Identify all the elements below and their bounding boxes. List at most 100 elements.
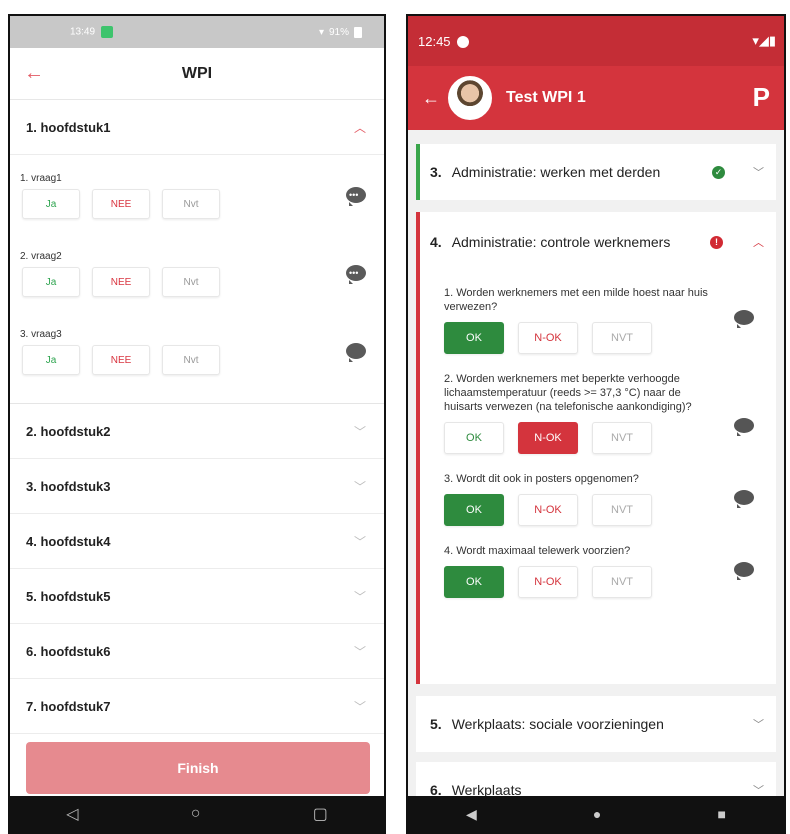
comment-icon[interactable] bbox=[734, 418, 754, 436]
chapter-row-3[interactable]: 3. hoofdstuk3 ﹀ bbox=[10, 459, 384, 514]
app-bar: ← WPI bbox=[10, 48, 384, 100]
chevron-down-icon: ﹀ bbox=[753, 167, 764, 179]
chevron-down-icon: ﹀ bbox=[353, 534, 366, 549]
chapter-label: 7. hoofdstuk7 bbox=[26, 698, 111, 714]
section-label: Werkplaats: sociale voorzieningen bbox=[451, 716, 664, 732]
chapter-label: 2. hoofdstuk2 bbox=[26, 423, 111, 439]
chevron-down-icon: ﹀ bbox=[353, 479, 366, 494]
nok-button[interactable]: N-OK bbox=[518, 566, 578, 598]
question-row-1: 1. vraag1 Ja NEE Nvt bbox=[10, 165, 384, 243]
comment-icon[interactable] bbox=[346, 187, 366, 206]
nav-recent-icon[interactable]: ■ bbox=[717, 806, 725, 822]
question-row-2: 2. Worden werknemers met beperkte verhoo… bbox=[416, 372, 776, 454]
nok-button[interactable]: N-OK bbox=[518, 322, 578, 354]
nee-button[interactable]: NEE bbox=[92, 345, 150, 375]
ok-button[interactable]: OK bbox=[444, 494, 504, 526]
chapter-row-1[interactable]: 1. hoofdstuk1 ︿ bbox=[10, 100, 384, 155]
question-label: 3. Wordt dit ook in posters opgenomen? bbox=[444, 473, 639, 485]
nav-back-icon[interactable]: ◀ bbox=[466, 806, 477, 823]
comment-icon[interactable] bbox=[346, 343, 366, 362]
ok-button[interactable]: OK bbox=[444, 566, 504, 598]
android-nav-bar: ◁ ○ ▢ bbox=[10, 796, 384, 832]
chevron-up-icon: ︿ bbox=[353, 120, 366, 135]
nvt-button[interactable]: NVT bbox=[592, 322, 652, 354]
comment-icon[interactable] bbox=[734, 310, 754, 328]
chapter-label: 1. hoofdstuk1 bbox=[26, 119, 111, 135]
back-arrow-icon[interactable]: ← bbox=[24, 62, 44, 85]
chapter-label: 3. hoofdstuk3 bbox=[26, 478, 111, 494]
right-phone-screen: 12:45 ▾◢▮ ← Test WPI 1 P 3. Administrati… bbox=[406, 14, 786, 834]
question-row-2: 2. vraag2 Ja NEE Nvt bbox=[10, 243, 384, 321]
battery-icon bbox=[354, 26, 362, 38]
check-circle-icon: ✓ bbox=[712, 165, 725, 179]
section-card-4: 4. Administratie: controle werknemers ! … bbox=[416, 212, 776, 684]
chevron-down-icon: ﹀ bbox=[353, 699, 366, 714]
section-label: Administratie: controle werknemers bbox=[451, 234, 671, 250]
page-title: WPI bbox=[181, 64, 213, 82]
question-row-3: 3. Wordt dit ook in posters opgenomen? O… bbox=[416, 472, 776, 526]
app-notification-icon bbox=[456, 36, 469, 49]
section-header[interactable]: 3. Administratie: werken met derden ✓ ﹀ bbox=[416, 144, 776, 200]
back-arrow-icon[interactable]: ← bbox=[422, 88, 448, 109]
question-row-3: 3. vraag3 Ja NEE Nvt bbox=[10, 321, 384, 399]
finish-button[interactable]: Finish bbox=[26, 742, 370, 794]
chevron-down-icon: ﹀ bbox=[753, 719, 764, 731]
comment-icon[interactable] bbox=[734, 490, 754, 508]
nav-recent-icon[interactable]: ▢ bbox=[313, 804, 328, 824]
section-card-3[interactable]: 3. Administratie: werken met derden ✓ ﹀ bbox=[416, 144, 776, 200]
left-phone-screen: 13:49 ▾ 91% ← WPI 1. hoofdstuk1 ︿ 1. vra… bbox=[8, 14, 386, 834]
ok-button[interactable]: OK bbox=[444, 422, 504, 454]
nvt-button[interactable]: NVT bbox=[592, 422, 652, 454]
section-header[interactable]: 4. Administratie: controle werknemers ! … bbox=[416, 212, 776, 272]
nvt-button[interactable]: Nvt bbox=[162, 267, 220, 297]
nvt-button[interactable]: NVT bbox=[592, 494, 652, 526]
nok-button[interactable]: N-OK bbox=[518, 422, 578, 454]
battery-level: 91% bbox=[328, 26, 349, 38]
nvt-button[interactable]: NVT bbox=[592, 566, 652, 598]
comment-icon[interactable] bbox=[734, 562, 754, 580]
signal-icon: ▾ bbox=[318, 26, 324, 38]
question-row-1: 1. Worden werknemers met een milde hoest… bbox=[416, 286, 776, 354]
section-status-bar bbox=[416, 144, 420, 200]
nee-button[interactable]: NEE bbox=[92, 189, 150, 219]
chapter-label: 5. hoofdstuk5 bbox=[26, 588, 111, 604]
status-bar: 12:45 ▾◢▮ bbox=[408, 16, 784, 66]
nvt-button[interactable]: Nvt bbox=[162, 189, 220, 219]
status-bar: 13:49 ▾ 91% bbox=[10, 16, 384, 48]
ja-button[interactable]: Ja bbox=[22, 267, 80, 297]
chevron-up-icon: ︿ bbox=[753, 237, 764, 249]
question-label: 2. vraag2 bbox=[20, 251, 62, 262]
section-number: 3. bbox=[430, 164, 442, 180]
nav-back-icon[interactable]: ◁ bbox=[66, 804, 78, 824]
signal-battery-icon: ▾◢▮ bbox=[752, 33, 776, 48]
chapter-row-5[interactable]: 5. hoofdstuk5 ﹀ bbox=[10, 569, 384, 624]
ok-button[interactable]: OK bbox=[444, 322, 504, 354]
chapter-label: 4. hoofdstuk4 bbox=[26, 533, 111, 549]
ja-button[interactable]: Ja bbox=[22, 189, 80, 219]
section-label: Administratie: werken met derden bbox=[451, 164, 661, 180]
section-header[interactable]: 5. Werkplaats: sociale voorzieningen ﹀ bbox=[416, 696, 776, 752]
page-title: Test WPI 1 bbox=[506, 89, 586, 106]
status-time: 13:49 bbox=[70, 26, 96, 38]
chevron-down-icon: ﹀ bbox=[353, 424, 366, 439]
section-card-5[interactable]: 5. Werkplaats: sociale voorzieningen ﹀ bbox=[416, 696, 776, 752]
chapter-row-4[interactable]: 4. hoofdstuk4 ﹀ bbox=[10, 514, 384, 569]
nav-home-icon[interactable]: ● bbox=[593, 806, 601, 822]
question-label: 3. vraag3 bbox=[20, 329, 62, 340]
chapter-row-7[interactable]: 7. hoofdstuk7 ﹀ bbox=[10, 679, 384, 734]
chapter-row-2[interactable]: 2. hoofdstuk2 ﹀ bbox=[10, 404, 384, 459]
nvt-button[interactable]: Nvt bbox=[162, 345, 220, 375]
avatar[interactable] bbox=[448, 76, 492, 120]
nee-button[interactable]: NEE bbox=[92, 267, 150, 297]
question-label: 1. Worden werknemers met een milde hoest… bbox=[444, 287, 708, 313]
chevron-down-icon: ﹀ bbox=[353, 644, 366, 659]
comment-icon[interactable] bbox=[346, 265, 366, 284]
nok-button[interactable]: N-OK bbox=[518, 494, 578, 526]
section-number: 5. bbox=[430, 716, 442, 732]
chapter-row-6[interactable]: 6. hoofdstuk6 ﹀ bbox=[10, 624, 384, 679]
chapter-label: 6. hoofdstuk6 bbox=[26, 643, 111, 659]
nav-home-icon[interactable]: ○ bbox=[191, 805, 201, 823]
section-number: 4. bbox=[430, 234, 442, 250]
status-time: 12:45 bbox=[418, 33, 451, 49]
ja-button[interactable]: Ja bbox=[22, 345, 80, 375]
